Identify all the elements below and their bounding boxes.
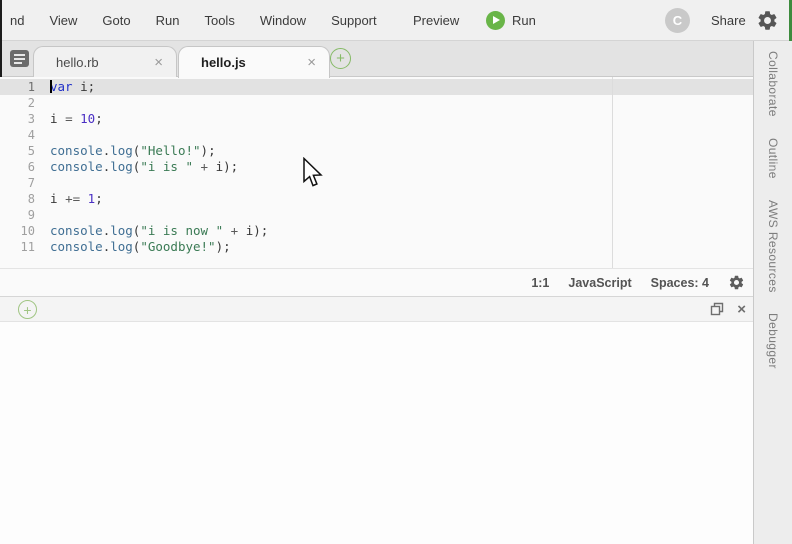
text-caret <box>50 80 52 93</box>
sidebar-tab-outline[interactable]: Outline <box>766 138 780 179</box>
line-number: 6 <box>0 159 42 175</box>
line-number: 3 <box>0 111 42 127</box>
code-text: console.log("Goodbye!"); <box>42 239 231 255</box>
code-text: i += 1; <box>42 191 103 207</box>
code-text: console.log("i is now " + i); <box>42 223 268 239</box>
cursor-position[interactable]: 1:1 <box>531 276 549 290</box>
run-button[interactable]: Run <box>486 0 536 40</box>
tab-close-icon[interactable]: × <box>307 55 316 70</box>
code-line[interactable]: 5console.log("Hello!"); <box>0 143 753 159</box>
tab-hello-rb[interactable]: hello.rb × <box>33 46 177 77</box>
code-text <box>42 95 50 111</box>
preview-button[interactable]: Preview <box>406 0 466 40</box>
code-line[interactable]: 4 <box>0 127 753 143</box>
print-margin-line <box>612 77 613 268</box>
editor-status-bar: 1:1 JavaScript Spaces: 4 <box>0 268 753 296</box>
new-console-tab-plus-icon[interactable]: + <box>18 300 37 319</box>
code-line[interactable]: 10console.log("i is now " + i); <box>0 223 753 239</box>
avatar[interactable]: C <box>665 8 690 33</box>
sidebar-tab-debugger[interactable]: Debugger <box>766 313 780 369</box>
console-panel-bar: + × <box>0 296 753 322</box>
share-button[interactable]: Share <box>704 0 753 40</box>
tab-label: hello.js <box>201 55 246 70</box>
right-sidebar: Collaborate Outline AWS Resources Debugg… <box>753 41 792 544</box>
code-text: console.log("i is " + i); <box>42 159 238 175</box>
code-line[interactable]: 11console.log("Goodbye!"); <box>0 239 753 255</box>
menu-item-support[interactable]: Support <box>323 7 385 34</box>
menu-item-goto[interactable]: Goto <box>94 7 138 34</box>
code-line[interactable]: 3i = 10; <box>0 111 753 127</box>
panel-controls: × <box>710 297 746 321</box>
line-number: 11 <box>0 239 42 255</box>
line-number: 1 <box>0 79 42 95</box>
code-text: console.log("Hello!"); <box>42 143 216 159</box>
editor-lines: 1var i;23i = 10;45console.log("Hello!");… <box>0 79 753 255</box>
language-mode[interactable]: JavaScript <box>568 276 631 290</box>
file-tab-bar: hello.rb × hello.js × + <box>0 41 753 77</box>
code-line[interactable]: 2 <box>0 95 753 111</box>
panel-close-icon[interactable]: × <box>737 302 746 317</box>
line-number: 7 <box>0 175 42 191</box>
menu-items: nd View Goto Run Tools Window Support <box>2 0 394 40</box>
line-number: 10 <box>0 223 42 239</box>
code-editor[interactable]: 1var i;23i = 10;45console.log("Hello!");… <box>0 77 753 268</box>
code-text: i = 10; <box>42 111 103 127</box>
menu-item-tools[interactable]: Tools <box>196 7 242 34</box>
code-line[interactable]: 1var i; <box>0 79 753 95</box>
code-text <box>42 207 50 223</box>
code-line[interactable]: 8i += 1; <box>0 191 753 207</box>
mouse-cursor <box>302 157 325 188</box>
tab-close-icon[interactable]: × <box>154 55 163 70</box>
code-line[interactable]: 7 <box>0 175 753 191</box>
code-text <box>42 127 50 143</box>
menu-item-view[interactable]: View <box>41 7 85 34</box>
line-number: 4 <box>0 127 42 143</box>
editor-settings-gear-icon[interactable] <box>728 274 745 291</box>
line-number: 2 <box>0 95 42 111</box>
code-line[interactable]: 9 <box>0 207 753 223</box>
new-tab-plus-icon[interactable]: + <box>330 48 351 69</box>
menu-item-find-truncated[interactable]: nd <box>2 7 32 34</box>
code-line[interactable]: 6console.log("i is " + i); <box>0 159 753 175</box>
menu-item-run[interactable]: Run <box>148 7 188 34</box>
code-text <box>42 175 50 191</box>
console-panel-content[interactable] <box>0 322 753 544</box>
run-button-label: Run <box>512 13 536 28</box>
indentation-setting[interactable]: Spaces: 4 <box>651 276 709 290</box>
sidebar-tab-aws-resources[interactable]: AWS Resources <box>766 200 780 293</box>
tab-label: hello.rb <box>56 55 99 70</box>
maximize-restore-icon[interactable] <box>710 302 724 316</box>
window-edge-dark <box>0 0 2 77</box>
play-icon <box>486 11 505 30</box>
menu-bar: nd View Goto Run Tools Window Support Pr… <box>0 0 792 41</box>
tab-hello-js[interactable]: hello.js × <box>178 46 330 78</box>
line-number: 5 <box>0 143 42 159</box>
settings-gear-icon[interactable] <box>756 9 779 32</box>
line-number: 8 <box>0 191 42 207</box>
tab-list-icon[interactable] <box>9 49 30 68</box>
menu-item-window[interactable]: Window <box>252 7 314 34</box>
sidebar-tab-collaborate[interactable]: Collaborate <box>766 51 780 117</box>
line-number: 9 <box>0 207 42 223</box>
